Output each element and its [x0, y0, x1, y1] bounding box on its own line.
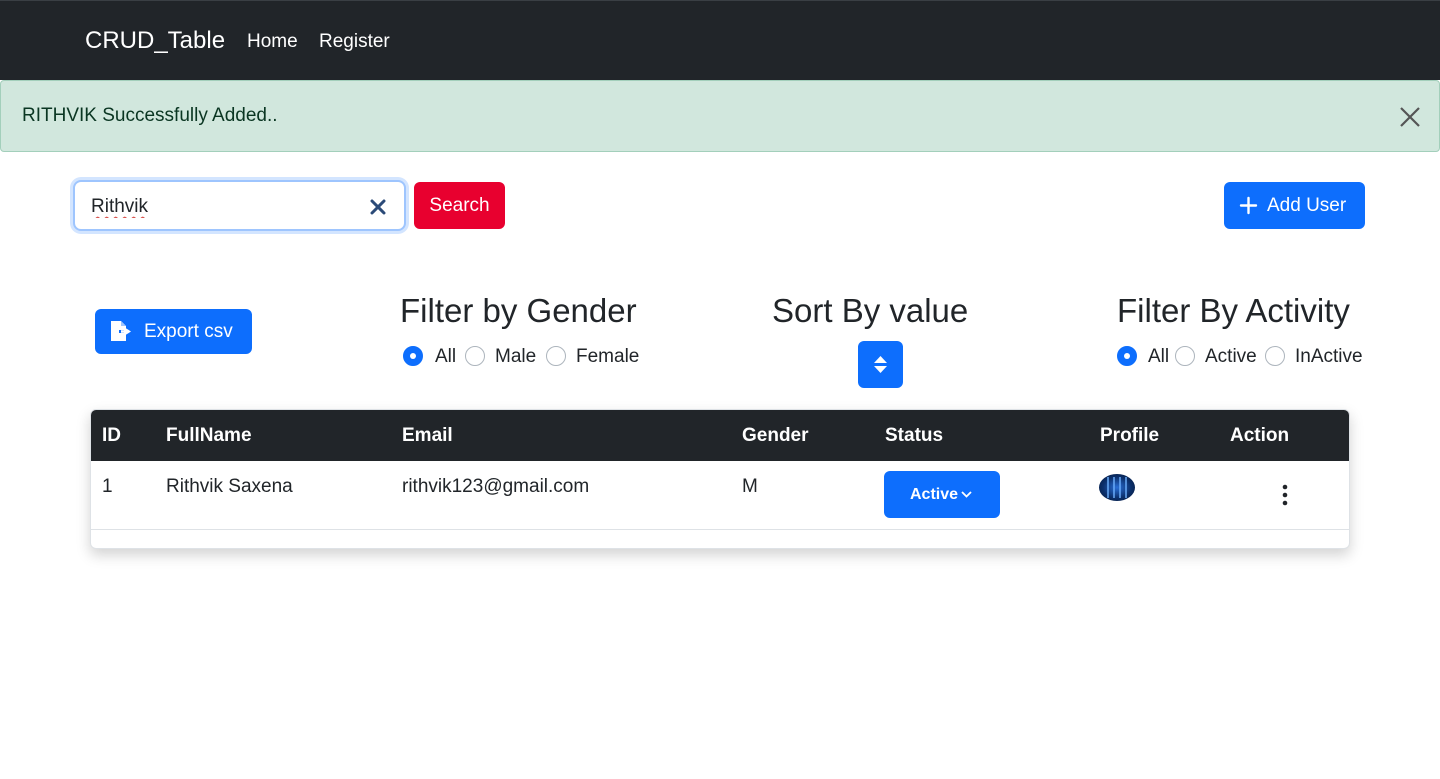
avatar-detail	[1113, 477, 1115, 498]
add-user-label: Add User	[1267, 195, 1347, 216]
activity-radio-all[interactable]	[1117, 346, 1137, 366]
column-header-id: ID	[102, 425, 121, 446]
close-icon[interactable]	[1397, 104, 1423, 130]
status-label: Active	[910, 486, 959, 503]
column-header-email: Email	[402, 425, 453, 446]
gender-radio-male-label: Male	[495, 346, 537, 367]
activity-radio-inactive[interactable]	[1265, 346, 1285, 366]
column-header-profile: Profile	[1100, 425, 1160, 446]
activity-radio-active-label: Active	[1205, 346, 1257, 367]
gender-radio-all-label: All	[435, 346, 457, 367]
table-row: 1 Rithvik Saxena rithvik123@gmail.com M …	[91, 461, 1349, 530]
navbar-brand[interactable]: CRUD_Table	[85, 27, 225, 55]
gender-radio-female[interactable]	[546, 346, 566, 366]
gender-filter-title: Filter by Gender	[400, 292, 637, 329]
cell-email: rithvik123@gmail.com	[402, 476, 590, 497]
column-header-gender: Gender	[742, 425, 809, 446]
column-header-fullname: FullName	[166, 425, 252, 446]
avatar-detail	[1107, 477, 1109, 498]
chevron-down-icon	[961, 491, 972, 498]
cell-id: 1	[102, 476, 113, 497]
activity-radio-active[interactable]	[1175, 346, 1195, 366]
gender-radio-all[interactable]	[403, 346, 423, 366]
cell-fullname: Rithvik Saxena	[166, 476, 293, 497]
alert-message: RITHVIK Successfully Added..	[22, 105, 278, 126]
sort-icon	[874, 356, 887, 373]
file-export-icon	[111, 321, 131, 341]
avatar-detail	[1119, 477, 1121, 498]
plus-icon	[1239, 196, 1258, 215]
nav-link-home[interactable]: Home	[247, 31, 298, 53]
gender-radio-male[interactable]	[465, 346, 485, 366]
export-csv-button[interactable]: Export csv	[95, 309, 252, 354]
users-table: ID FullName Email Gender Status Profile …	[90, 409, 1350, 549]
sort-title: Sort By value	[772, 292, 969, 329]
status-dropdown-button[interactable]: Active	[884, 471, 1000, 518]
add-user-button[interactable]: Add User	[1224, 182, 1365, 229]
table-header: ID FullName Email Gender Status Profile …	[91, 410, 1349, 461]
gender-radio-female-label: Female	[576, 346, 640, 367]
avatar-detail	[1125, 477, 1127, 498]
column-header-status: Status	[885, 425, 944, 446]
sort-button[interactable]	[858, 341, 903, 388]
more-actions-icon[interactable]	[1275, 483, 1295, 507]
search-box	[73, 180, 406, 231]
activity-radio-all-label: All	[1148, 346, 1170, 367]
search-button[interactable]: Search	[414, 182, 505, 229]
export-csv-label: Export csv	[144, 321, 233, 342]
cell-gender: M	[742, 476, 758, 497]
activity-filter-title: Filter By Activity	[1117, 292, 1350, 329]
search-input[interactable]	[91, 195, 361, 219]
navbar: CRUD_Table Home Register	[0, 0, 1440, 80]
activity-radio-inactive-label: InActive	[1295, 346, 1363, 367]
nav-link-register[interactable]: Register	[319, 31, 390, 53]
column-header-action: Action	[1230, 425, 1290, 446]
success-alert: RITHVIK Successfully Added..	[0, 80, 1440, 152]
profile-avatar[interactable]	[1099, 474, 1135, 501]
clear-search-icon[interactable]	[369, 198, 387, 216]
